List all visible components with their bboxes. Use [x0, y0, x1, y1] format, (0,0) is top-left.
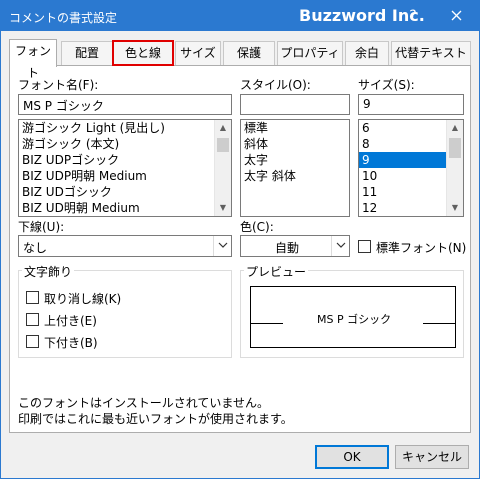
- subscript-checkbox[interactable]: [26, 335, 39, 348]
- font-list-item[interactable]: BIZ UDPゴシック: [19, 152, 231, 168]
- help-button[interactable]: ?: [401, 5, 425, 27]
- underline-value: なし: [23, 241, 48, 255]
- color-select[interactable]: 自動: [240, 235, 350, 257]
- cancel-button[interactable]: キャンセル: [395, 445, 469, 469]
- font-tab-panel: フォント名(F): MS P ゴシック 游ゴシック Light (見出し) 游ゴ…: [9, 65, 471, 433]
- style-list-item[interactable]: 太字 斜体: [241, 168, 349, 184]
- strikethrough-label: 取り消し線(K): [44, 292, 122, 306]
- font-list-item[interactable]: 游ゴシック Light (見出し): [19, 120, 231, 136]
- format-comment-dialog: コメントの書式設定 Buzzword Inc. ? フォント 配置 色と線 サイ…: [0, 0, 480, 479]
- font-list-item[interactable]: 游ゴシック (本文): [19, 136, 231, 152]
- superscript-label: 上付き(E): [44, 314, 97, 328]
- color-label: 色(C):: [240, 220, 274, 234]
- tab-alignment[interactable]: 配置: [61, 41, 113, 65]
- tab-protection[interactable]: 保護: [223, 41, 275, 65]
- font-size-input[interactable]: 9: [358, 94, 464, 115]
- scroll-thumb[interactable]: [449, 138, 461, 158]
- preview-sample-text: MS P ゴシック: [317, 313, 392, 326]
- preview-baseline-right: [423, 323, 455, 324]
- strikethrough-checkbox[interactable]: [26, 291, 39, 304]
- chevron-down-icon[interactable]: [331, 236, 349, 256]
- superscript-checkbox[interactable]: [26, 313, 39, 326]
- close-icon: [451, 10, 461, 21]
- tab-margins[interactable]: 余白: [345, 41, 389, 65]
- scroll-down-icon[interactable]: ▼: [447, 200, 463, 216]
- font-style-label: スタイル(O):: [240, 78, 311, 92]
- color-value: 自動: [275, 241, 300, 255]
- font-name-input[interactable]: MS P ゴシック: [18, 94, 232, 115]
- scroll-down-icon[interactable]: ▼: [215, 200, 231, 216]
- font-style-list[interactable]: 標準 斜体 太字 太字 斜体: [240, 119, 350, 217]
- style-list-item[interactable]: 斜体: [241, 136, 349, 152]
- subscript-label: 下付き(B): [44, 336, 98, 350]
- font-list-item[interactable]: BIZ UDP明朝 Medium: [19, 168, 231, 184]
- font-list-scrollbar[interactable]: ▲ ▼: [214, 120, 231, 216]
- info-line-2: 印刷ではこれに最も近いフォントが使用されます。: [18, 412, 293, 426]
- close-button[interactable]: [441, 5, 471, 27]
- font-size-label: サイズ(S):: [358, 78, 415, 92]
- scroll-up-icon[interactable]: ▲: [215, 120, 231, 136]
- preview-baseline-left: [251, 323, 283, 324]
- font-size-list[interactable]: 6 8 9 10 11 12 ▲ ▼: [358, 119, 464, 217]
- preview-group-title: プレビュー: [244, 263, 309, 280]
- normal-font-label: 標準フォント(N): [376, 241, 467, 255]
- font-list-item[interactable]: BIZ UDゴシック: [19, 184, 231, 200]
- dialog-title: コメントの書式設定: [9, 11, 118, 25]
- underline-label: 下線(U):: [18, 220, 65, 234]
- scroll-up-icon[interactable]: ▲: [447, 120, 463, 136]
- scroll-thumb[interactable]: [217, 138, 229, 152]
- underline-select[interactable]: なし: [18, 235, 232, 257]
- size-list-scrollbar[interactable]: ▲ ▼: [446, 120, 463, 216]
- effects-group-title: 文字飾り: [22, 263, 75, 280]
- title-bar[interactable]: コメントの書式設定 Buzzword Inc. ?: [1, 1, 479, 31]
- normal-font-checkbox[interactable]: [358, 240, 371, 253]
- font-name-list[interactable]: 游ゴシック Light (見出し) 游ゴシック (本文) BIZ UDPゴシック…: [18, 119, 232, 217]
- chevron-down-icon[interactable]: [213, 236, 231, 256]
- preview-box: MS P ゴシック: [250, 286, 456, 348]
- tab-colors-lines[interactable]: 色と線: [112, 40, 174, 66]
- tab-size[interactable]: サイズ: [175, 41, 221, 65]
- tab-alt-text[interactable]: 代替テキスト: [391, 41, 471, 65]
- style-list-item[interactable]: 太字: [241, 152, 349, 168]
- info-line-1: このフォントはインストールされていません。: [18, 396, 270, 410]
- ok-button[interactable]: OK: [315, 445, 389, 469]
- style-list-item[interactable]: 標準: [241, 120, 349, 136]
- font-list-item[interactable]: BIZ UD明朝 Medium: [19, 200, 231, 216]
- tab-properties[interactable]: プロパティ: [277, 41, 343, 65]
- font-style-input[interactable]: [240, 94, 350, 115]
- tab-font[interactable]: フォント: [9, 39, 57, 80]
